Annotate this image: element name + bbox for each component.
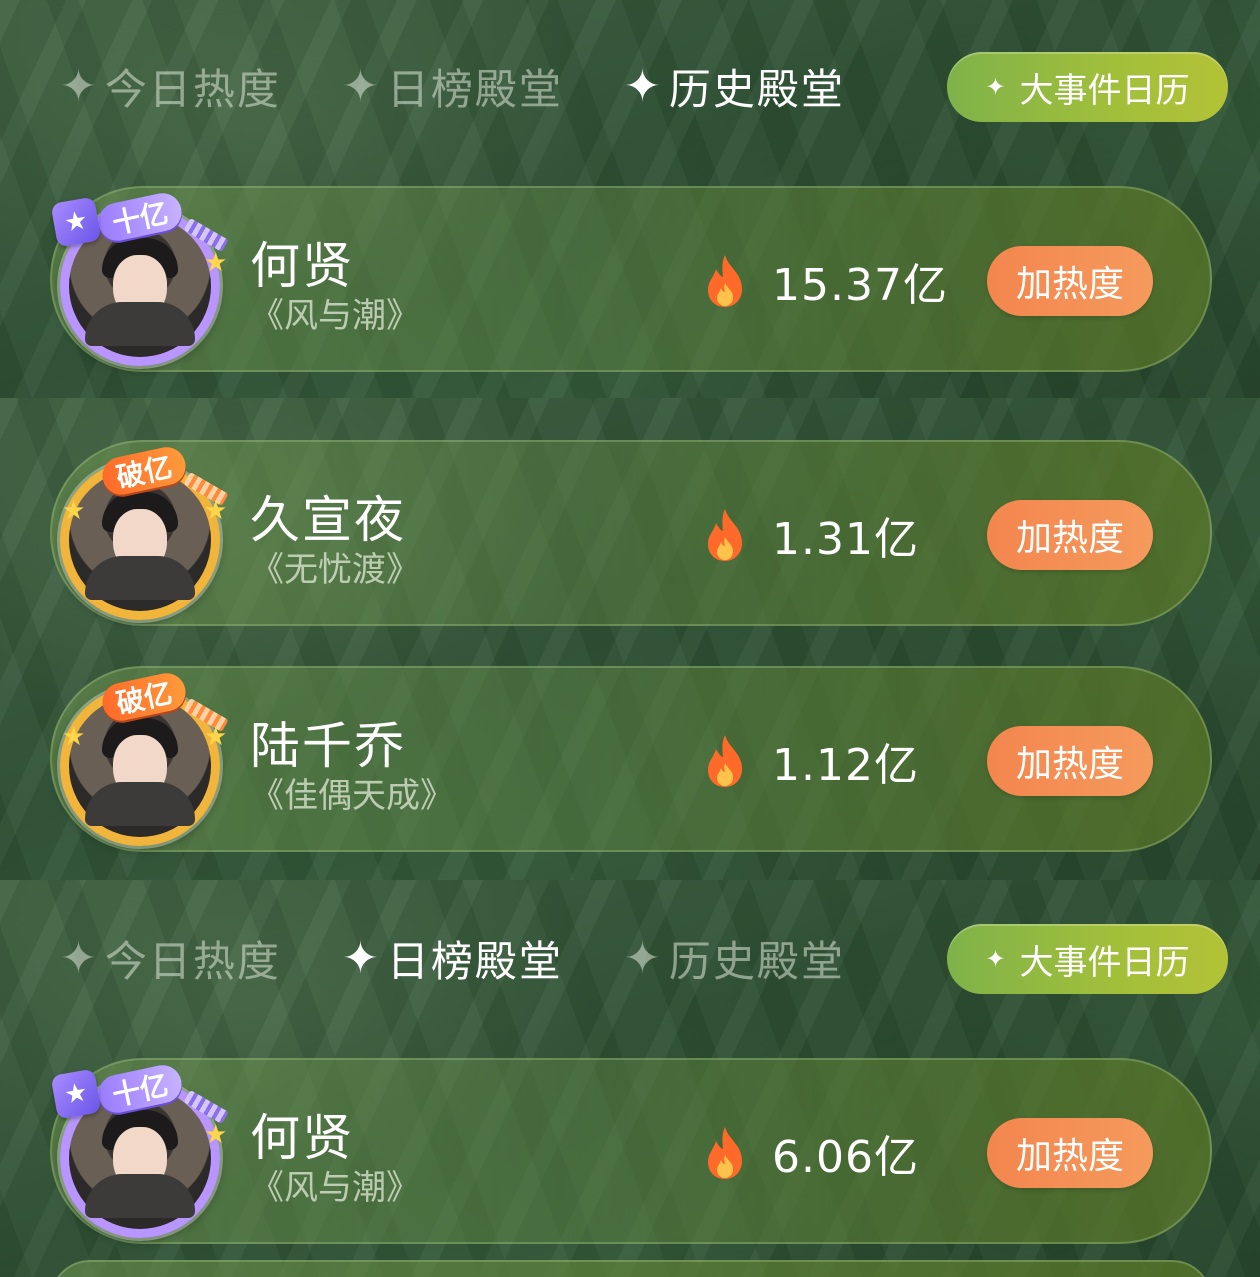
flame-icon [708, 1127, 742, 1179]
flame-icon [708, 255, 742, 307]
hall-panel-history: ✦ 今日热度 ✦ 日榜殿堂 ✦ 历史殿堂 ✦ 大事件日历 十亿 ★ ★ 何贤 《风与潮》 [0, 0, 1260, 398]
heat-value: 6.06亿 [772, 1132, 919, 1183]
tab-label: 今日热度 [104, 936, 281, 986]
tab-label: 历史殿堂 [668, 936, 845, 986]
drama-title: 《风与潮》 [250, 296, 420, 336]
sparkle-icon: ✦ [60, 60, 99, 112]
sparkle-icon: ✦ [985, 73, 1006, 101]
event-calendar-button[interactable]: ✦ 大事件日历 [947, 52, 1228, 122]
heat-value-group: 6.06亿 [704, 1118, 919, 1188]
avatar[interactable]: 十亿 ★ ★ [50, 1061, 229, 1238]
ranking-card[interactable]: 十亿 ★ ★ 何贤 《风与潮》 6.06亿 加热度 [50, 1058, 1212, 1244]
heat-value: 1.31亿 [772, 514, 919, 565]
add-heat-button[interactable]: 加热度 [987, 500, 1153, 570]
star-icon: ★ [62, 496, 86, 526]
heat-value-group: 15.37亿 [704, 246, 948, 316]
add-heat-button[interactable]: 加热度 [987, 246, 1153, 316]
tab-bar: ✦ 今日热度 ✦ 日榜殿堂 ✦ 历史殿堂 ✦ 大事件日历 [0, 880, 1260, 1050]
trophy-icon: ★ [50, 196, 102, 248]
heat-value-group: 1.31亿 [704, 500, 919, 570]
hall-panel-daily: ✦ 今日热度 ✦ 日榜殿堂 ✦ 历史殿堂 ✦ 大事件日历 十亿 ★ ★ 何贤 《风与潮》 [0, 880, 1260, 1277]
tab-history-hall[interactable]: ✦ 历史殿堂 [624, 56, 845, 116]
hall-panel-continued: 破亿 ★ ★ 久宣夜 《无忧渡》 1.31亿 加热度 破亿 ★ ★ 陆千乔 《佳… [0, 398, 1260, 880]
tab-today-heat[interactable]: ✦ 今日热度 [60, 928, 281, 988]
tab-bar: ✦ 今日热度 ✦ 日榜殿堂 ✦ 历史殿堂 ✦ 大事件日历 [0, 0, 1260, 170]
tab-label: 今日热度 [104, 64, 281, 114]
flame-icon [708, 509, 742, 561]
sparkle-icon: ✦ [985, 945, 1006, 973]
avatar[interactable]: 破亿 ★ ★ [60, 443, 229, 620]
sparkle-icon: ✦ [342, 60, 381, 112]
add-heat-button[interactable]: 加热度 [987, 726, 1153, 796]
tab-label: 日榜殿堂 [386, 64, 563, 114]
tab-daily-hall[interactable]: ✦ 日榜殿堂 [342, 56, 563, 116]
heat-value: 1.12亿 [772, 740, 919, 791]
drama-title: 《无忧渡》 [250, 550, 420, 590]
star-icon: ★ [204, 248, 228, 278]
heat-value: 15.37亿 [772, 260, 948, 311]
tab-history-hall[interactable]: ✦ 历史殿堂 [624, 928, 845, 988]
avatar[interactable]: 破亿 ★ ★ [60, 669, 229, 846]
star-icon: ★ [62, 722, 86, 752]
sparkle-icon: ✦ [342, 932, 381, 984]
tab-daily-hall[interactable]: ✦ 日榜殿堂 [342, 928, 563, 988]
tab-label: 历史殿堂 [668, 64, 845, 114]
trophy-icon: ★ [50, 1068, 102, 1120]
star-icon: ★ [204, 722, 228, 752]
heat-value-group: 1.12亿 [704, 726, 919, 796]
tab-today-heat[interactable]: ✦ 今日热度 [60, 56, 281, 116]
star-icon: ★ [204, 496, 228, 526]
ranking-card[interactable]: 十亿 ★ ★ 何贤 《风与潮》 15.37亿 加热度 [50, 186, 1212, 372]
ranking-card[interactable]: 破亿 ★ ★ 陆千乔 《佳偶天成》 1.12亿 加热度 [50, 666, 1212, 852]
event-calendar-label: 大事件日历 [1019, 70, 1190, 111]
next-ranking-card-peek [50, 1260, 1212, 1277]
sparkle-icon: ✦ [60, 932, 99, 984]
event-calendar-label: 大事件日历 [1019, 942, 1190, 983]
sparkle-icon: ✦ [624, 60, 663, 112]
sparkle-icon: ✦ [624, 932, 663, 984]
add-heat-button[interactable]: 加热度 [987, 1118, 1153, 1188]
star-icon: ★ [204, 1120, 228, 1150]
drama-title: 《风与潮》 [250, 1168, 420, 1208]
avatar[interactable]: 十亿 ★ ★ [50, 189, 229, 366]
event-calendar-button[interactable]: ✦ 大事件日历 [947, 924, 1228, 994]
drama-title: 《佳偶天成》 [250, 776, 454, 816]
flame-icon [708, 735, 742, 787]
tab-label: 日榜殿堂 [386, 936, 563, 986]
ranking-card[interactable]: 破亿 ★ ★ 久宣夜 《无忧渡》 1.31亿 加热度 [50, 440, 1212, 626]
